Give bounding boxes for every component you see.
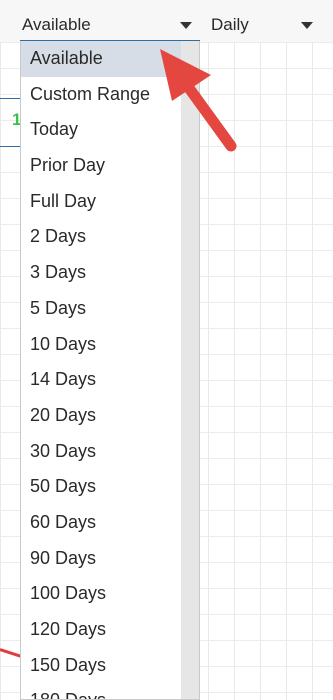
dropdown-option[interactable]: 2 Days: [21, 219, 181, 255]
dropdown-option[interactable]: Today: [21, 112, 181, 148]
dropdown-option[interactable]: 180 Days: [21, 683, 181, 699]
dropdown-option[interactable]: 30 Days: [21, 434, 181, 470]
dropdown-option[interactable]: 20 Days: [21, 398, 181, 434]
chevron-down-icon[interactable]: [180, 21, 192, 29]
range-select[interactable]: Available: [20, 10, 200, 41]
range-select-value: Available: [22, 15, 91, 34]
chart-axis-line-lower: [0, 146, 20, 147]
chart-axis-line: [0, 98, 20, 99]
dropdown-option[interactable]: 100 Days: [21, 576, 181, 612]
interval-select[interactable]: Daily: [209, 10, 321, 40]
dropdown-option[interactable]: Prior Day: [21, 148, 181, 184]
range-dropdown-list: Available Custom Range Today Prior Day Full …: [20, 41, 200, 700]
dropdown-scrollbar[interactable]: [181, 41, 199, 699]
dropdown-option[interactable]: Available: [21, 41, 181, 77]
dropdown-option[interactable]: Full Day: [21, 184, 181, 220]
dropdown-option[interactable]: 50 Days: [21, 469, 181, 505]
toolbar: Available Daily: [0, 0, 333, 42]
interval-select-value: Daily: [211, 15, 249, 34]
dropdown-option[interactable]: 120 Days: [21, 612, 181, 648]
dropdown-option[interactable]: 14 Days: [21, 362, 181, 398]
dropdown-option[interactable]: 150 Days: [21, 648, 181, 684]
dropdown-option[interactable]: 5 Days: [21, 291, 181, 327]
dropdown-option[interactable]: 3 Days: [21, 255, 181, 291]
dropdown-option[interactable]: Custom Range: [21, 77, 181, 113]
dropdown-option[interactable]: 60 Days: [21, 505, 181, 541]
dropdown-option[interactable]: 10 Days: [21, 327, 181, 363]
chevron-down-icon[interactable]: [301, 21, 313, 29]
dropdown-option[interactable]: 90 Days: [21, 541, 181, 577]
